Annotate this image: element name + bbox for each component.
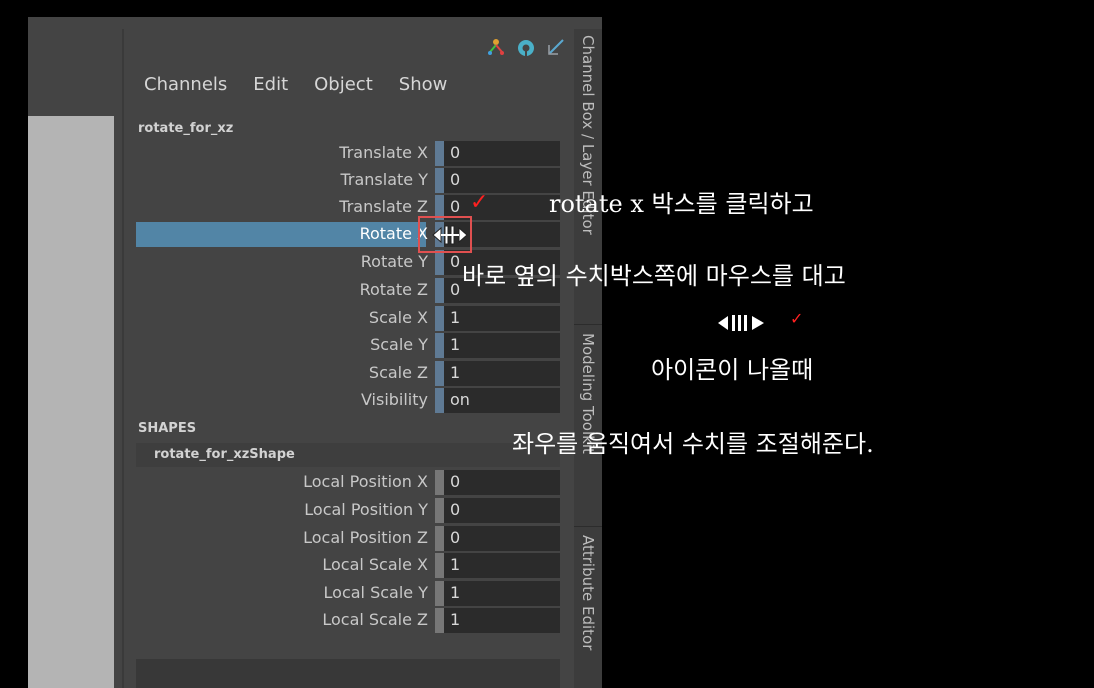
channel-label[interactable]: Translate X [339,143,428,162]
channel-row-scale-z[interactable]: Scale Z 1 [124,361,578,387]
channel-value-field[interactable]: on [444,388,560,413]
menu-object[interactable]: Object [314,74,373,95]
channel-swatch [435,141,444,166]
channel-swatch [435,498,444,523]
channel-row-visibility[interactable]: Visibility on [124,388,578,414]
channel-swatch [435,470,444,495]
shape-row-local-position-x[interactable]: Local Position X 0 [124,470,578,496]
channel-value-field[interactable]: 1 [444,306,560,331]
shape-row-local-position-y[interactable]: Local Position Y 0 [124,498,578,524]
channel-swatch [435,581,444,606]
channel-swatch [435,333,444,358]
menu-channels[interactable]: Channels [144,74,227,95]
shape-row-local-scale-z[interactable]: Local Scale Z 1 [124,608,578,634]
annotation-line-3: 아이콘이 나올때 [651,356,814,384]
tab-attribute-editor[interactable]: Attribute Editor [574,529,602,688]
channel-swatch [435,608,444,633]
channel-label[interactable]: Local Scale Y [324,583,428,602]
channel-box-menubar: Channels Edit Object Show [144,74,447,95]
channel-label[interactable]: Rotate Z [360,280,428,299]
channel-swatch [435,250,444,275]
annotation-line-1: rotate x 박스를 클릭하고 [549,190,814,218]
viewport-panel[interactable] [28,29,122,688]
channel-row-translate-z[interactable]: Translate Z 0 [124,195,578,221]
channel-label[interactable]: Rotate Y [361,252,428,271]
checkmark-icon: ✓ [470,190,489,215]
channel-box-toolbar [486,37,566,57]
channel-row-scale-y[interactable]: Scale Y 1 [124,333,578,359]
shape-name[interactable]: rotate_for_xzShape [154,447,295,462]
channel-box: Channels Edit Object Show rotate_for_xz … [124,29,578,688]
annotation-line-4: 좌우를 움직여서 수치를 조절해준다. [512,430,874,458]
channel-value-field[interactable]: 1 [444,581,560,606]
shape-node-header[interactable]: rotate_for_xzShape [136,443,560,467]
channel-row-translate-x[interactable]: Translate X 0 [124,141,578,167]
channel-label[interactable]: Scale Z [369,363,428,382]
axis-icon[interactable] [486,37,506,57]
channel-value-field[interactable]: 0 [444,526,560,551]
channel-row-rotate-x[interactable]: Rotate X [124,222,578,248]
shape-row-local-position-z[interactable]: Local Position Z 0 [124,526,578,552]
maya-window: Channels Edit Object Show rotate_for_xz … [28,17,602,688]
channel-row-scale-x[interactable]: Scale X 1 [124,306,578,332]
channel-label[interactable]: Translate Z [339,197,428,216]
layer-editor-area[interactable] [136,659,560,688]
checkmark-icon: ✓ [790,309,804,328]
channel-label[interactable]: Local Position Z [303,528,428,547]
channel-swatch [435,168,444,193]
viewport-canvas[interactable] [28,116,114,688]
channel-value-field[interactable]: 0 [444,498,560,523]
channel-label[interactable]: Local Position X [303,472,428,491]
object-name[interactable]: rotate_for_xz [138,121,233,136]
side-tab-bar: Channel Box / Layer Editor Modeling Tool… [574,29,602,688]
channel-label[interactable]: Visibility [361,390,428,409]
channel-swatch [435,526,444,551]
channel-swatch [435,278,444,303]
annotation-line-2: 바로 옆의 수치박스쪽에 마우스를 대고 [462,262,846,290]
channel-label[interactable]: Local Scale X [322,555,428,574]
menu-show[interactable]: Show [399,74,448,95]
channel-label[interactable]: Local Position Y [304,500,428,519]
channel-row-translate-y[interactable]: Translate Y 0 [124,168,578,194]
channel-swatch [435,388,444,413]
shape-row-local-scale-x[interactable]: Local Scale X 1 [124,553,578,579]
channel-value-field[interactable]: 1 [444,553,560,578]
channel-swatch [435,361,444,386]
shapes-header: SHAPES [138,421,197,436]
refresh-icon[interactable] [516,37,536,57]
channel-value-field[interactable]: 0 [444,141,560,166]
channel-label[interactable]: Translate Y [340,170,428,189]
channel-value-field[interactable]: 1 [444,333,560,358]
channel-swatch [435,553,444,578]
channel-value-field[interactable]: 0 [444,168,560,193]
slide-cursor-icon [718,315,764,331]
slide-cursor-icon [432,225,468,245]
channel-value-field[interactable]: 0 [444,470,560,495]
shape-row-local-scale-y[interactable]: Local Scale Y 1 [124,581,578,607]
channel-swatch [435,306,444,331]
channel-value-field[interactable]: 1 [444,361,560,386]
pen-icon[interactable] [546,37,566,57]
channel-label[interactable]: Local Scale Z [322,610,428,629]
channel-value-field[interactable]: 1 [444,608,560,633]
channel-label[interactable]: Scale Y [370,335,428,354]
channel-label[interactable]: Scale X [369,308,428,327]
menu-edit[interactable]: Edit [253,74,288,95]
